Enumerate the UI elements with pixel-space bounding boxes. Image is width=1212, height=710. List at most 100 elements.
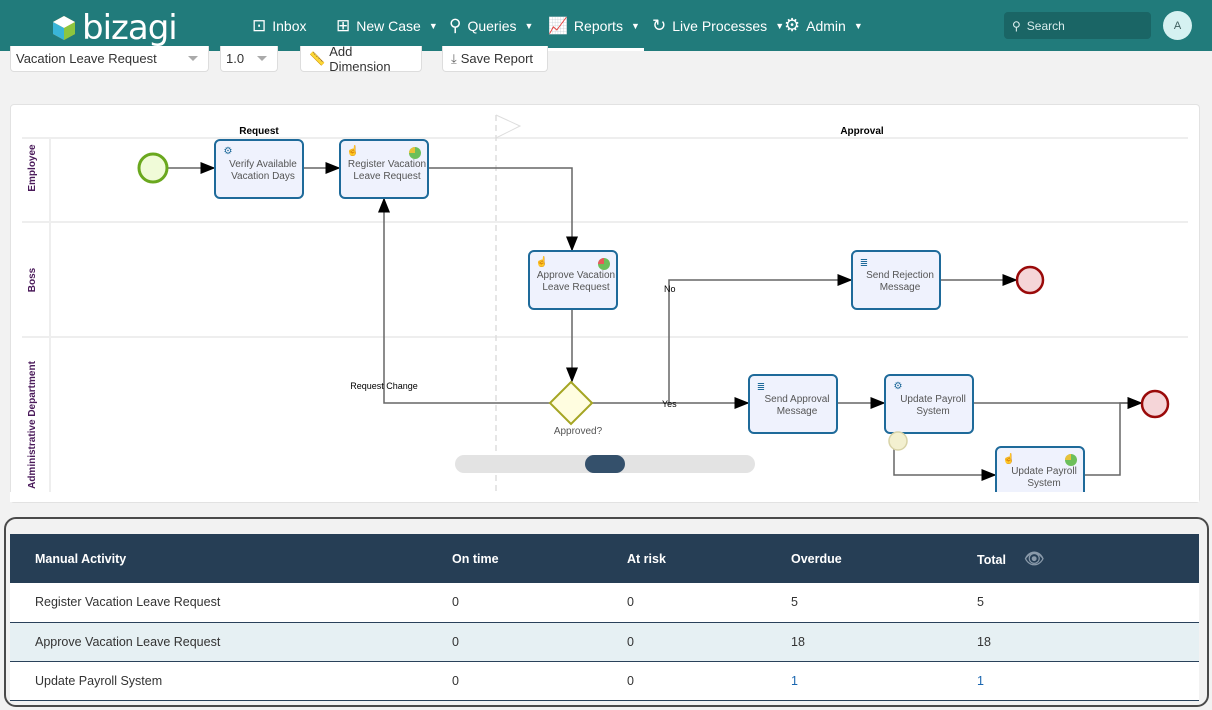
nav-label: Queries	[467, 17, 517, 34]
caret-down-icon: ▼	[775, 20, 785, 31]
chevron-down-icon	[188, 56, 198, 61]
reports-icon: 📈	[548, 17, 568, 35]
task-label: Message	[777, 406, 818, 417]
table-row[interactable]: Register Vacation Leave Request 0 0 5 5	[10, 583, 1199, 623]
task-label: Leave Request	[542, 282, 609, 293]
save-report-label: Save Report	[460, 51, 534, 66]
inbox-icon: ⊡	[252, 15, 267, 35]
process-select[interactable]: Vacation Leave Request	[10, 46, 209, 72]
eye-icon[interactable]: 👁	[1024, 551, 1044, 568]
service-task-icon: ⚙	[224, 146, 233, 157]
cell-activity: Approve Vacation Leave Request	[10, 622, 452, 662]
logo-text: bizagi	[82, 8, 178, 48]
nav-inbox[interactable]: ⊡ Inbox	[252, 0, 307, 51]
task-label: Send Rejection	[866, 270, 934, 281]
column-overdue[interactable]: Overdue	[791, 534, 977, 583]
save-report-button[interactable]: ⤓ Save Report	[442, 46, 548, 72]
task-label: Verify Available	[229, 159, 297, 170]
cell-at-risk: 0	[627, 622, 791, 662]
script-task-icon: ≣	[757, 382, 765, 393]
nav-label: Admin	[806, 17, 846, 34]
column-on-time[interactable]: On time	[452, 534, 627, 583]
task-label: Message	[880, 282, 921, 293]
top-navigation-bar: bizagi ⊡ Inbox ⊞ New Case ▼ ⚲ Queries ▼ 📈 Repo…	[0, 0, 1212, 51]
caret-down-icon: ▼	[630, 20, 640, 31]
version-select[interactable]: 1.0	[220, 46, 278, 72]
live-processes-icon: ↻	[652, 15, 667, 35]
task-send-rejection-message[interactable]: ≣Send RejectionMessage	[851, 250, 941, 310]
cell-overdue: 18	[791, 622, 977, 662]
task-register-vacation-leave-request[interactable]: ☝ Register VacationLeave Request	[339, 139, 429, 199]
end-event-rejected[interactable]	[1015, 265, 1045, 295]
gateway-label: Approved?	[554, 426, 603, 437]
cell-overdue: 5	[791, 583, 977, 623]
task-label: Vacation Days	[231, 171, 295, 182]
nav-live-processes[interactable]: ↻ Live Processes ▼	[652, 0, 784, 51]
task-label: System	[916, 406, 949, 417]
flow-label-no: No	[664, 284, 676, 294]
caret-down-icon: ▼	[853, 20, 863, 31]
task-label: Leave Request	[353, 171, 420, 182]
flow-label-yes: Yes	[662, 399, 677, 409]
task-label: Update Payroll	[1011, 466, 1077, 477]
nav-reports[interactable]: 📈 Reports ▼	[548, 0, 644, 51]
table-header-row: Manual Activity On time At risk Overdue …	[10, 534, 1199, 583]
cell-activity: Update Payroll System	[10, 661, 452, 701]
task-label: System	[1027, 478, 1060, 489]
boundary-error-event[interactable]	[888, 431, 908, 451]
nav-label: Live Processes	[672, 17, 768, 34]
nav-queries[interactable]: ⚲ Queries ▼	[449, 0, 533, 51]
gateway-approved[interactable]	[548, 380, 594, 426]
task-label: Update Payroll	[900, 394, 966, 405]
table-row[interactable]: Approve Vacation Leave Request 0 0 18 18	[10, 622, 1199, 662]
column-manual-activity[interactable]: Manual Activity	[10, 534, 452, 583]
phase-request: Request	[239, 126, 279, 137]
bizagi-logo[interactable]: bizagi	[52, 8, 178, 48]
version-value: 1.0	[226, 51, 245, 66]
table-row[interactable]: Update Payroll System 0 0 1 1	[10, 661, 1199, 701]
start-event[interactable]	[137, 152, 169, 184]
user-task-icon: ☝	[347, 144, 359, 157]
task-verify-available-vacation-days[interactable]: ⚙ Verify AvailableVacation Days	[214, 139, 304, 199]
add-dimension-button[interactable]: 📏 Add Dimension	[300, 43, 422, 74]
search-placeholder: Search	[1026, 18, 1065, 33]
user-avatar[interactable]: A	[1163, 11, 1192, 40]
column-at-risk[interactable]: At risk	[627, 534, 791, 583]
user-task-icon: ☝	[536, 255, 548, 268]
cell-on-time: 0	[452, 661, 627, 701]
script-task-icon: ≣	[860, 258, 868, 269]
activity-report-table: Manual Activity On time At risk Overdue …	[10, 534, 1199, 701]
nav-label: New Case	[356, 17, 421, 34]
cell-on-time: 0	[452, 583, 627, 623]
lane-boss: Boss	[27, 267, 38, 292]
sequence-flows	[167, 162, 1143, 481]
cell-at-risk: 0	[627, 583, 791, 623]
user-task-icon: ☝	[1003, 452, 1015, 465]
column-total[interactable]: Total 👁	[977, 534, 1199, 583]
cell-activity: Register Vacation Leave Request	[10, 583, 452, 623]
task-label: Send Approval	[764, 394, 829, 405]
caret-down-icon: ▼	[428, 20, 438, 31]
chevron-down-icon	[257, 56, 267, 61]
cell-total-link[interactable]: 1	[977, 661, 1199, 701]
service-task-icon: ⚙	[894, 381, 903, 392]
phase-marker	[495, 114, 522, 139]
add-dimension-label: Add Dimension	[329, 43, 391, 74]
diagram-scrollbar-thumb[interactable]	[585, 455, 625, 473]
search-icon: ⚲	[1012, 18, 1021, 33]
end-event-approved[interactable]	[1140, 389, 1170, 419]
task-label: Approve Vacation	[537, 270, 615, 281]
cell-overdue-link[interactable]: 1	[791, 661, 977, 701]
nav-label: Reports	[573, 17, 623, 34]
process-value: Vacation Leave Request	[16, 51, 157, 66]
cell-total: 5	[977, 583, 1199, 623]
nav-admin[interactable]: ⚙ Admin ▼	[784, 0, 863, 51]
caret-down-icon: ▼	[524, 20, 534, 31]
gear-icon: ⚙	[784, 15, 801, 35]
task-approve-vacation-leave-request[interactable]: ☝ Approve VacationLeave Request	[528, 250, 618, 310]
lane-dividers	[22, 137, 1188, 492]
column-total-label: Total	[977, 552, 1006, 567]
task-send-approval-message[interactable]: ≣Send ApprovalMessage	[748, 374, 838, 434]
search-input[interactable]: ⚲ Search	[1004, 12, 1151, 39]
task-update-payroll-system-service[interactable]: ⚙ Update PayrollSystem	[884, 374, 974, 434]
